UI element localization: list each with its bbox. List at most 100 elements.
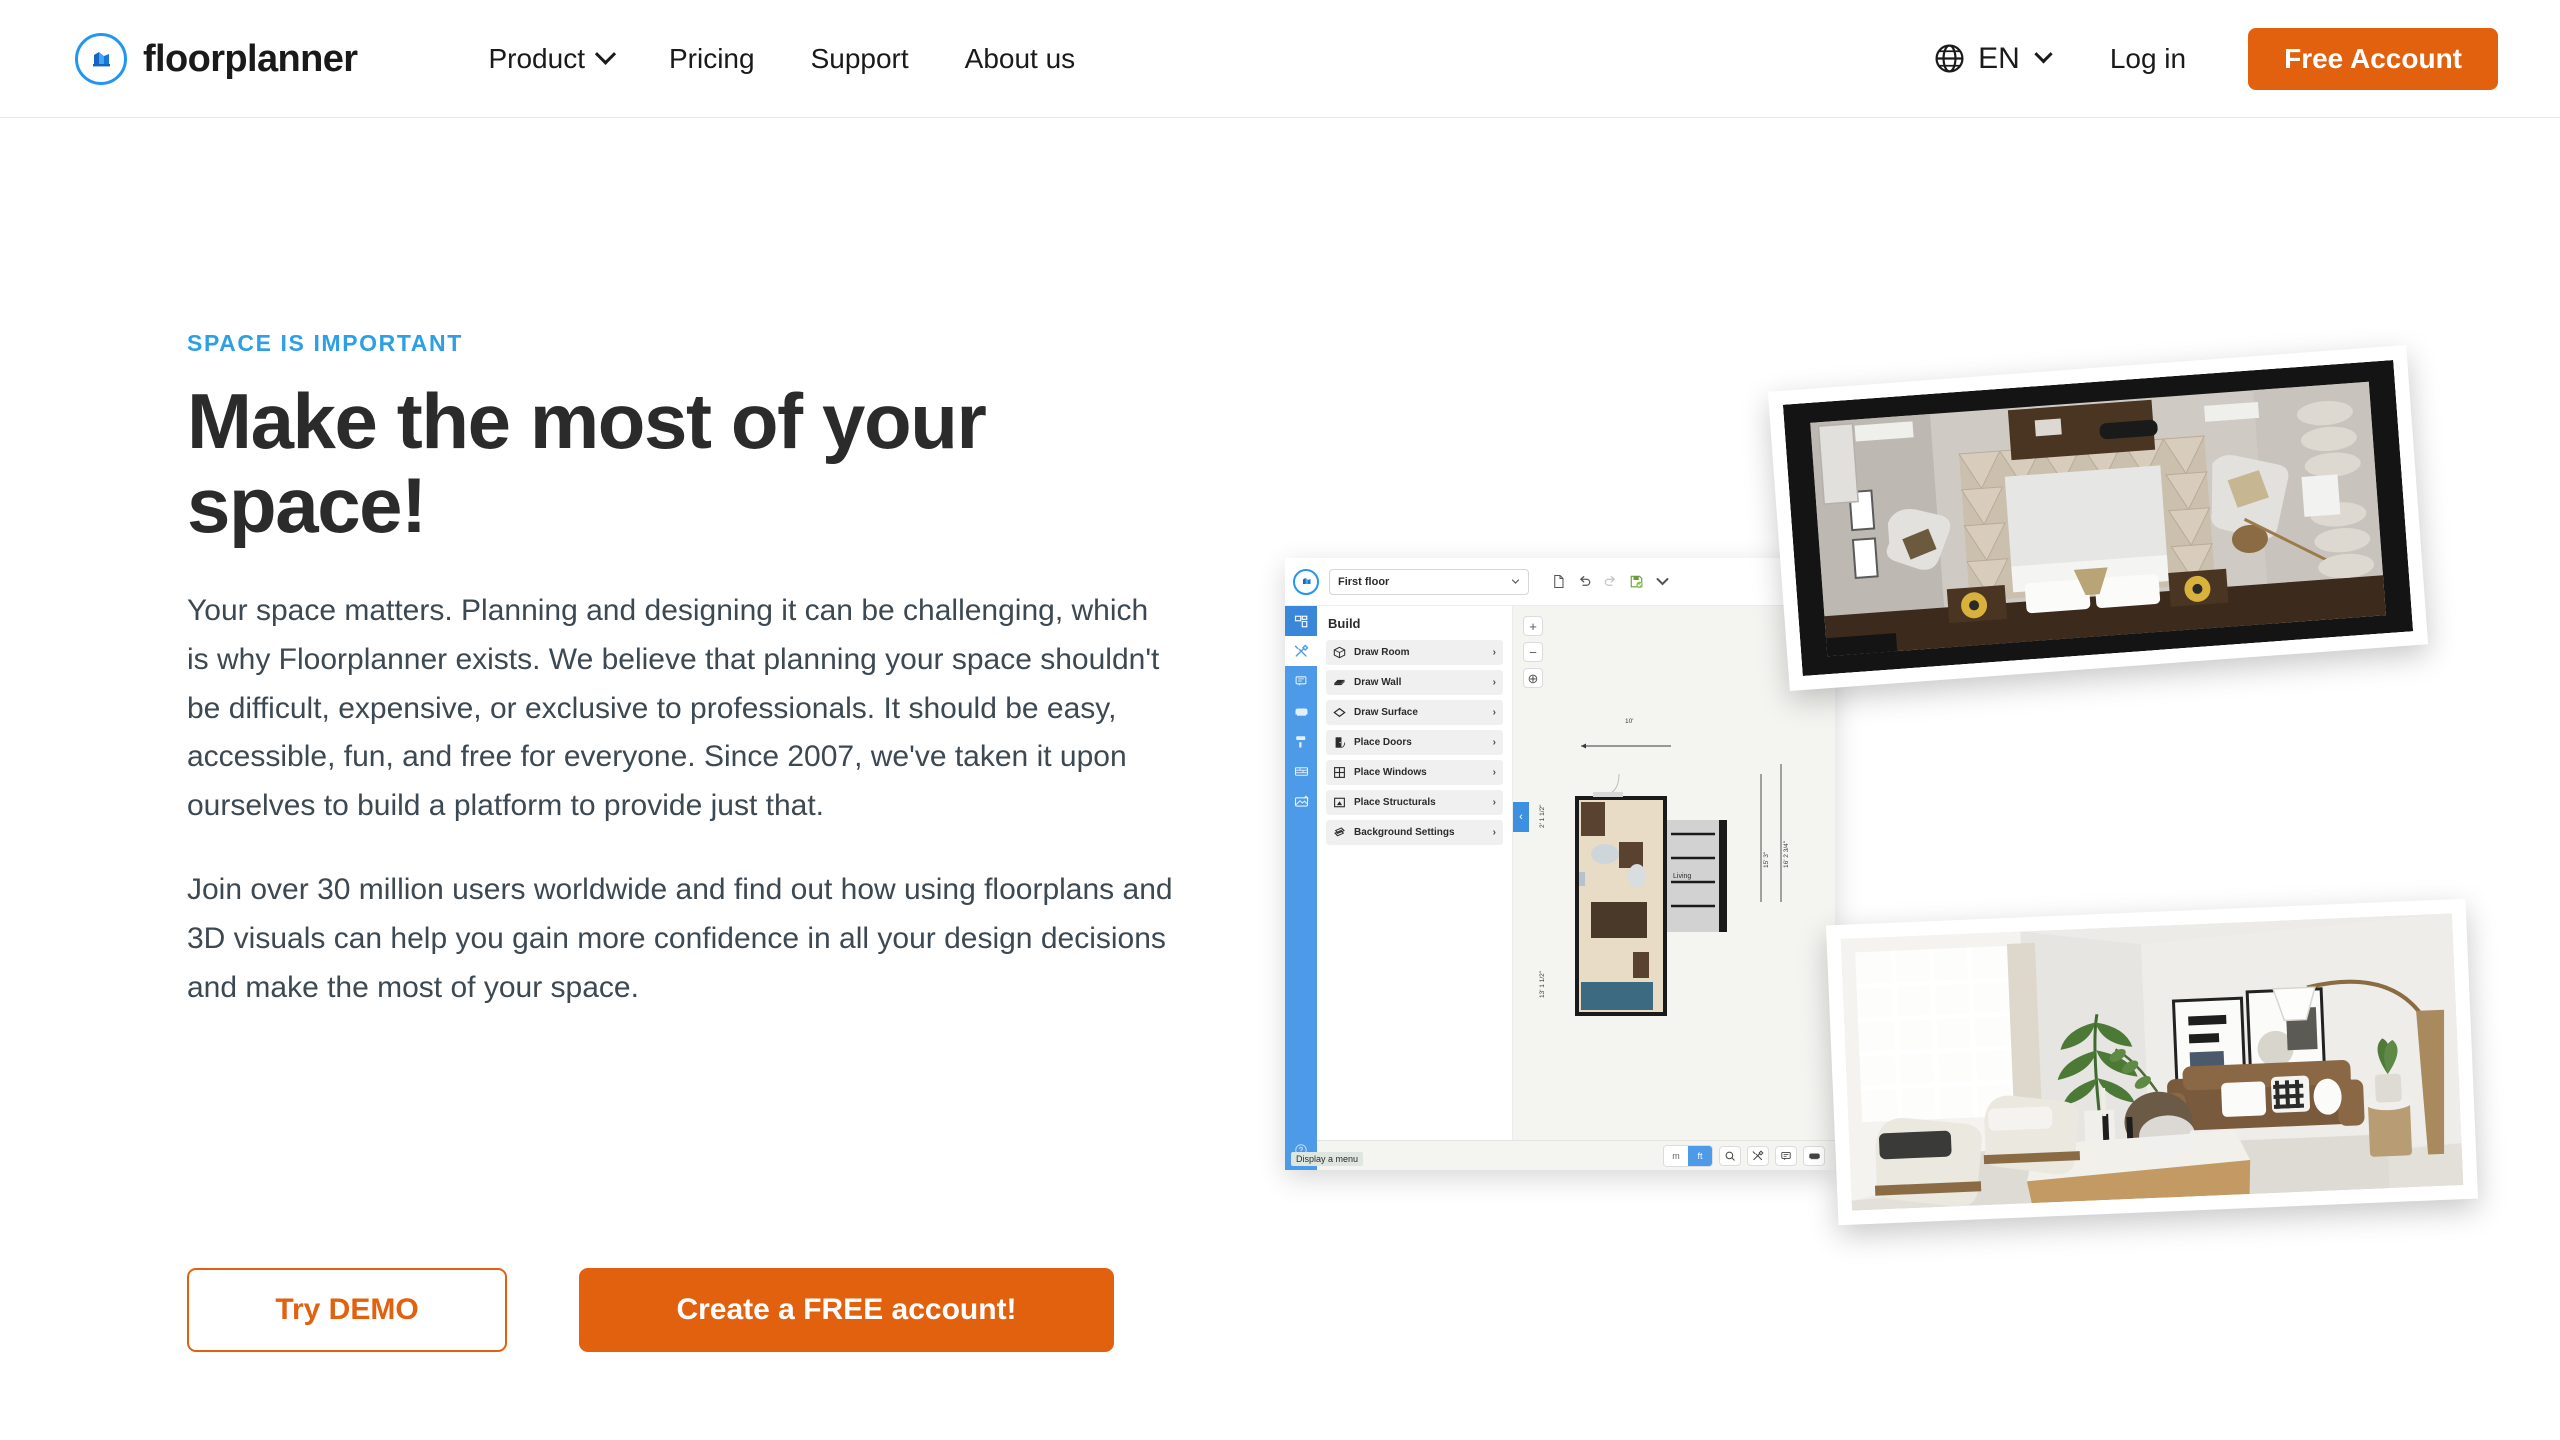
dimension-label: 10' (1625, 718, 1634, 725)
undo-icon[interactable] (1577, 574, 1592, 589)
menu-item-label: Draw Surface (1354, 707, 1418, 718)
floorplan-drawing: Living (1575, 743, 1782, 1016)
zoom-out-button[interactable]: − (1523, 642, 1543, 662)
window-grid-icon (1334, 767, 1345, 778)
menu-item-label: Place Windows (1354, 767, 1427, 778)
nav-item-pricing-label: Pricing (668, 42, 755, 74)
header-actions: EN Log in Free Account (1934, 27, 2498, 90)
chevron-down-icon[interactable] (1655, 574, 1670, 589)
panel-collapse-button[interactable]: ‹ (1513, 802, 1529, 832)
nav-item-about-us[interactable]: About us (937, 43, 1104, 75)
menu-item-place-windows[interactable]: Place Windows › (1326, 760, 1503, 785)
menu-item-draw-surface[interactable]: Draw Surface › (1326, 700, 1503, 725)
comment-button[interactable] (1775, 1145, 1797, 1166)
living-room-photo-card (1825, 898, 2479, 1226)
free-account-button[interactable]: Free Account (2248, 27, 2498, 90)
chevron-right-icon: › (1492, 827, 1496, 838)
door-icon (1335, 737, 1346, 749)
unit-option-ft[interactable]: ft (1688, 1145, 1712, 1166)
hero-cta-row: Try DEMO Create a FREE account! (187, 1268, 1114, 1352)
comment-icon (1781, 1151, 1791, 1160)
app-body: Build Draw Room › Draw Wall › Draw Surfa… (1285, 606, 1835, 1170)
hero-paragraph-1: Your space matters. Planning and designi… (187, 594, 1160, 822)
hero-paragraph-2: Join over 30 million users worldwide and… (187, 873, 1173, 1004)
menu-item-label: Background Settings (1354, 827, 1455, 838)
structural-icon (1334, 797, 1345, 808)
app-logo-icon[interactable] (1293, 568, 1319, 595)
language-code: EN (1978, 41, 2020, 75)
chevron-down-icon (594, 43, 617, 65)
menu-item-draw-wall[interactable]: Draw Wall › (1326, 670, 1503, 695)
furniture-icon (1808, 1153, 1820, 1160)
rail-item-build[interactable] (1285, 606, 1317, 636)
floor-selector[interactable]: First floor (1329, 568, 1529, 595)
rail-item-label[interactable] (1285, 666, 1317, 696)
build-panel: Build Draw Room › Draw Wall › Draw Surfa… (1317, 606, 1513, 1170)
chevron-down-icon (2034, 45, 2053, 64)
menu-item-draw-room[interactable]: Draw Room › (1326, 640, 1503, 665)
canvas-zoom-controls: + − ⊕ (1523, 616, 1543, 688)
login-link[interactable]: Log in (2110, 43, 2186, 75)
hero-text-block: SPACE IS IMPORTANT Make the most of your… (187, 330, 1197, 1048)
floorplanner-logo-icon (75, 32, 127, 85)
floorplanner-app-screenshot: First floor Build Draw Room › Draw Wall … (1285, 558, 1835, 1170)
rail-item-materials[interactable] (1285, 756, 1317, 786)
new-document-icon[interactable] (1551, 574, 1566, 589)
globe-icon (1935, 44, 1964, 73)
zoom-fit-button[interactable]: ⊕ (1523, 668, 1543, 688)
living-room-render-image (1840, 913, 2464, 1211)
save-icon[interactable] (1629, 574, 1644, 589)
rail-item-export-image[interactable] (1285, 786, 1317, 816)
surface-diamond-icon (1333, 707, 1346, 718)
chevron-right-icon: › (1492, 677, 1496, 688)
try-demo-button[interactable]: Try DEMO (187, 1268, 507, 1352)
unit-toggle[interactable]: m ft (1663, 1144, 1713, 1167)
menu-item-place-doors[interactable]: Place Doors › (1326, 730, 1503, 755)
brand-name: floorplanner (143, 37, 358, 80)
menu-item-background-settings[interactable]: Background Settings › (1326, 820, 1503, 845)
chevron-right-icon: › (1492, 647, 1496, 658)
main-navigation: Product Pricing Support About us (460, 43, 1103, 75)
dimension-label: 2' 1 1/2" (1539, 804, 1546, 828)
furniture-button[interactable] (1803, 1145, 1825, 1166)
svg-text:Living: Living (1673, 873, 1691, 880)
dimension-label: 15' 3" (1763, 851, 1770, 868)
create-free-account-button[interactable]: Create a FREE account! (579, 1268, 1114, 1352)
rail-item-furniture[interactable] (1285, 696, 1317, 726)
rail-item-paint-roller[interactable] (1285, 726, 1317, 756)
nav-item-product-label: Product (488, 42, 585, 74)
nav-item-about-us-label: About us (964, 42, 1076, 74)
nav-item-product[interactable]: Product (460, 43, 641, 75)
zoom-in-button[interactable]: + (1523, 616, 1543, 636)
language-selector[interactable]: EN (1934, 41, 2053, 76)
dimension-label: 13' 1 1/2" (1539, 970, 1546, 998)
dimension-label: 16' 2 3/4" (1783, 840, 1790, 868)
bedroom-render-image (1782, 359, 2414, 677)
app-topbar: First floor (1285, 558, 1835, 606)
label-icon (1295, 676, 1307, 686)
status-tooltip: Display a menu (1291, 1152, 1364, 1166)
app-icon-rail (1285, 606, 1317, 1170)
tools-icon (1752, 1149, 1764, 1160)
brand-logo[interactable]: floorplanner (75, 32, 358, 85)
nav-item-pricing[interactable]: Pricing (641, 43, 783, 75)
bedroom-photo-card (1767, 344, 2429, 692)
site-header: floorplanner Product Pricing Support Abo… (0, 0, 2560, 118)
tools-button[interactable] (1747, 1145, 1769, 1166)
search-button[interactable] (1719, 1145, 1741, 1166)
menu-item-label: Place Doors (1354, 737, 1412, 748)
export-image-icon (1294, 795, 1309, 807)
wall-brick-icon (1334, 679, 1345, 686)
rail-item-tools[interactable] (1285, 636, 1317, 666)
build-icon (1294, 615, 1307, 627)
unit-option-m[interactable]: m (1664, 1146, 1688, 1166)
nav-item-support[interactable]: Support (783, 43, 937, 75)
page-title: Make the most of your space! (187, 377, 987, 550)
chevron-down-icon (1511, 579, 1520, 584)
floorplan-canvas[interactable]: + − ⊕ ‹ Living 10' 2' 1 1/2" 13' 1 1/2" … (1513, 606, 1835, 1170)
menu-item-place-structurals[interactable]: Place Structurals › (1326, 790, 1503, 815)
chevron-right-icon: › (1492, 707, 1496, 718)
panel-title: Build (1328, 616, 1361, 631)
background-layers-icon (1334, 827, 1345, 837)
redo-icon (1604, 576, 1615, 586)
